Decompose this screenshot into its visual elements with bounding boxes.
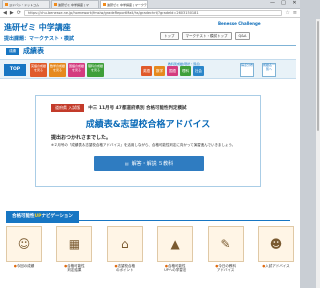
nav-tile-judgment[interactable]: ▦ ●合格可能性 判定結果 — [56, 226, 93, 281]
navigation-title: 合格可能性UPナビゲーション — [6, 211, 79, 223]
tab-label: 進研ゼミ 中学講座 | マ — [58, 2, 89, 7]
student-illustration-icon: ☺ — [6, 226, 42, 262]
favicon-icon — [103, 3, 106, 6]
scrollbar-thumb[interactable] — [317, 21, 319, 131]
close-button[interactable]: ✕ — [289, 0, 300, 8]
report-card: 道府県 入試版 中三 11月号 47都道府県別 合格可能性判定模試 成績表&志望… — [35, 95, 261, 187]
menu-icon[interactable]: ≡ — [293, 10, 297, 16]
navigation-prefix: 合格可能性 — [12, 214, 35, 219]
tile-label: ●入試アドバイス — [262, 264, 290, 268]
favicon-icon — [5, 3, 8, 6]
report-tag: 成績 — [6, 47, 19, 55]
exam-name: 中三 11月号 47都道府県別 合格可能性判定模試 — [88, 106, 187, 111]
school-illustration-icon: ⌂ — [106, 226, 143, 262]
navigation-section-header: 合格可能性UPナビゲーション — [0, 211, 296, 223]
favicon-icon — [54, 3, 57, 6]
tab-english[interactable]: 英語 — [141, 66, 152, 76]
nav-japanese-result[interactable]: 国語の成績を見る — [68, 63, 85, 77]
tab-bar: ヨドバシ・ドットコム 進研ゼミ 中学講座 | マ 進研ゼミ 中学講座 | マーク… — [0, 0, 300, 9]
subject-nav: TOP 英語の成績を見る 数学の成績を見る 国語の成績を見る 理科の成績を見る … — [0, 59, 296, 79]
nav-score-distribution[interactable]: 得点分布 — [240, 63, 254, 77]
page-content: 進研ゼミ 中学講座 Benesse Challenge 提出課題：マークテスト・… — [0, 19, 300, 288]
teacher-illustration-icon: ☻ — [257, 226, 294, 262]
window-controls: — □ ✕ — [267, 0, 300, 8]
header-buttons: トップ マークテスト・模試トップ Q&A — [160, 32, 253, 40]
top-button[interactable]: トップ — [160, 32, 179, 40]
minimize-button[interactable]: — — [267, 0, 278, 8]
browser-tab-2[interactable]: 進研ゼミ 中学講座 | マ — [51, 0, 99, 8]
tile-label: ●志望校合格 のポイント — [114, 264, 136, 272]
answer-label: 解答・解説 ５教科 — [131, 161, 174, 167]
tab-social[interactable]: 社会 — [193, 66, 204, 76]
report-header-bar — [0, 45, 296, 57]
document-icon: ▤ — [124, 161, 129, 166]
page-title: 成績表 — [23, 47, 44, 55]
divider — [70, 220, 290, 221]
nav-tile-study-method[interactable]: ▲ ●合格可能性 UPへの学習法 — [157, 226, 194, 281]
nav-top[interactable]: TOP — [4, 64, 26, 76]
qa-button[interactable]: Q&A — [234, 32, 251, 40]
tile-label: ●今回の成績 — [13, 264, 35, 268]
tab-label: ヨドバシ・ドットコム — [9, 2, 40, 7]
browser-tab-1[interactable]: ヨドバシ・ドットコム — [2, 0, 50, 8]
navigation-tiles: ☺ ●今回の成績 ▦ ●合格可能性 判定結果 ⌂ ●志望校合格 のポイント ▲ ●合格可能性… — [6, 226, 294, 281]
tab-japanese[interactable]: 国語 — [167, 66, 178, 76]
card-title: 成績表&志望校合格アドバイス — [85, 120, 211, 130]
tile-label: ●合格可能性 UPへの学習法 — [164, 264, 187, 272]
exam-badge: 道府県 入試版 — [51, 104, 85, 112]
forward-icon[interactable]: ▶ — [10, 10, 14, 16]
tile-label: ●今日の教科 アドバイス — [215, 264, 236, 272]
address-bar: ◀ ▶ ⟳ https://chu.benesse.ne.jp/homework… — [0, 9, 300, 18]
book-illustration-icon: ✎ — [207, 226, 244, 262]
maximize-button[interactable]: □ — [278, 0, 289, 8]
reload-icon[interactable]: ⟳ — [17, 10, 21, 16]
back-icon[interactable]: ◀ — [3, 10, 7, 16]
url-field[interactable]: https://chu.benesse.ne.jp/homework/fmsiw… — [23, 10, 283, 16]
site-brand[interactable]: 進研ゼミ 中学講座 — [4, 22, 71, 33]
tile-label: ●合格可能性 判定結果 — [64, 264, 85, 272]
nav-report-list[interactable]: 成績表一覧へ — [262, 63, 276, 77]
partner-logos: Benesse Challenge — [218, 21, 261, 26]
tab-science[interactable]: 理科 — [180, 66, 191, 76]
tab-label: 進研ゼミ 中学講座 | マークテ — [107, 2, 147, 7]
chart-illustration-icon: ▦ — [56, 226, 93, 262]
note-text: ※２月号の「成績表＆志望校合格アドバイス」を活用しながら、合格可能性判定に向かっ… — [51, 143, 236, 147]
greeting-text: 提出おつかれさまでした。 — [51, 135, 112, 141]
browser-tab-3[interactable]: 進研ゼミ 中学講座 | マークテ — [100, 0, 148, 8]
report-header: 成績 成績表 — [6, 47, 44, 55]
nav-tile-exam-advice[interactable]: ☻ ●入試アドバイス — [257, 226, 294, 281]
navigation-suffix: ナビゲーション — [41, 214, 73, 219]
nav-tile-school-points[interactable]: ⌂ ●志望校合格 のポイント — [106, 226, 143, 281]
answer-button[interactable]: ▤ 解答・解説 ５教科 — [94, 156, 204, 171]
nav-tile-result[interactable]: ☺ ●今回の成績 — [6, 226, 42, 281]
nav-tile-subject-advice[interactable]: ✎ ●今日の教科 アドバイス — [207, 226, 244, 281]
marktest-top-button[interactable]: マークテスト・模試トップ — [181, 32, 232, 40]
card-header: 道府県 入試版 中三 11月号 47都道府県別 合格可能性判定模試 — [51, 104, 187, 112]
nav-math-result[interactable]: 数学の成績を見る — [49, 63, 66, 77]
nav-science-result[interactable]: 理科の成績を見る — [87, 63, 104, 77]
bookmark-star-icon[interactable]: ☆ — [285, 10, 289, 16]
course-title: 提出課題：マークテスト・模試 — [4, 36, 75, 42]
tab-math[interactable]: 数学 — [154, 66, 165, 76]
nav-english-result[interactable]: 英語の成績を見る — [30, 63, 47, 77]
stairs-illustration-icon: ▲ — [157, 226, 194, 262]
